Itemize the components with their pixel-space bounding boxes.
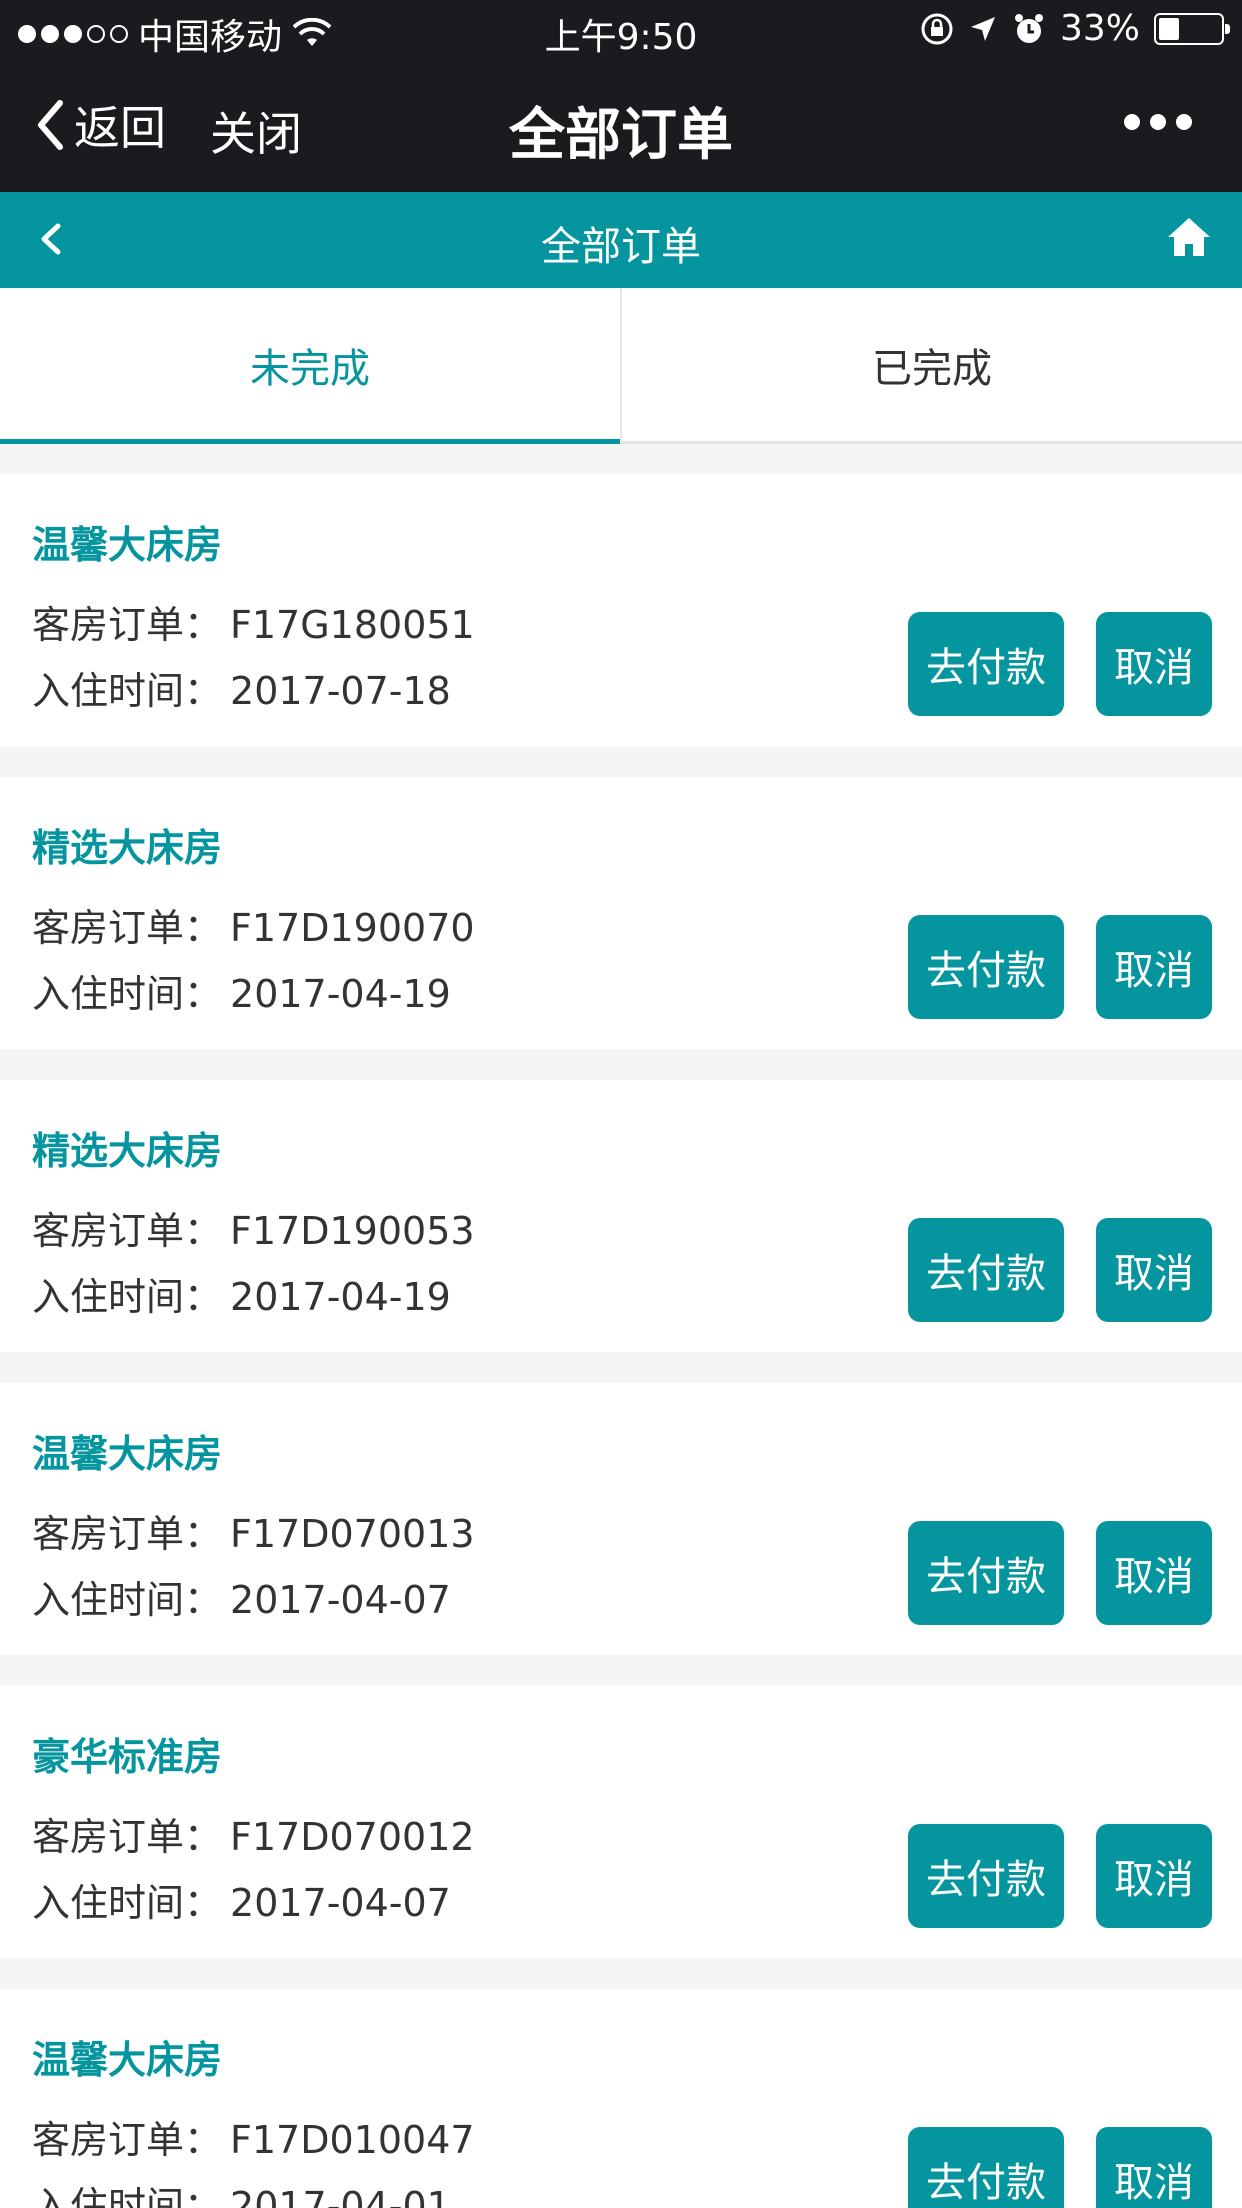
order-number-label: 客房订单： (32, 1815, 223, 1859)
checkin-date: 2017-04-01 (230, 2184, 451, 2208)
room-name: 温馨大床房 (32, 523, 223, 567)
checkin-row: 入住时间： 2017-04-07 (32, 1569, 451, 1624)
checkin-date: 2017-04-07 (230, 1578, 451, 1622)
order-number: F17D190053 (230, 1209, 475, 1253)
room-name: 精选大床房 (32, 1129, 223, 1173)
order-card: 精选大床房 客房订单： F17D190053 入住时间： 2017-04-19 去付… (0, 1080, 1242, 1352)
order-card: 精选大床房 客房订单： F17D190070 入住时间： 2017-04-19 去付… (0, 777, 1242, 1049)
checkin-row: 入住时间： 2017-04-19 (32, 1266, 451, 1321)
room-name: 豪华标准房 (32, 1735, 223, 1779)
checkin-date: 2017-04-19 (230, 1275, 451, 1319)
tab-unfinished[interactable]: 未完成 (0, 288, 620, 444)
order-number-row: 客房订单： F17D010047 (32, 2109, 475, 2164)
order-number: F17D070012 (230, 1815, 475, 1859)
nav-title: 全部订单 (509, 103, 733, 168)
pay-button[interactable]: 去付款 (908, 612, 1064, 716)
order-card: 豪华标准房 客房订单： F17D070012 入住时间： 2017-04-07 去付… (0, 1686, 1242, 1958)
order-number-label: 客房订单： (32, 1209, 223, 1253)
order-card: 温馨大床房 客房订单： F17D010047 入住时间： 2017-04-01 去付… (0, 1989, 1242, 2208)
tab-finished[interactable]: 已完成 (622, 288, 1242, 441)
battery-fill (1159, 17, 1179, 40)
pay-button[interactable]: 去付款 (908, 2127, 1064, 2208)
cancel-button[interactable]: 取消 (1096, 1824, 1212, 1928)
order-number-row: 客房订单： F17D190053 (32, 1200, 475, 1255)
alarm-icon (1014, 13, 1043, 43)
order-card: 温馨大床房 客房订单： F17D070013 入住时间： 2017-04-07 去付… (0, 1383, 1242, 1655)
order-number-row: 客房订单： F17D190070 (32, 897, 475, 952)
app-header: 全部订单 (0, 192, 1242, 288)
order-number-row: 客房订单： F17G180051 (32, 594, 475, 649)
cancel-button[interactable]: 取消 (1096, 2127, 1212, 2208)
room-name: 温馨大床房 (32, 2038, 223, 2082)
order-number-label: 客房订单： (32, 603, 223, 647)
checkin-row: 入住时间： 2017-04-07 (32, 1872, 451, 1927)
location-icon (970, 16, 995, 41)
checkin-date: 2017-07-18 (230, 669, 451, 713)
checkin-label: 入住时间： (32, 2184, 223, 2208)
checkin-label: 入住时间： (32, 1578, 223, 1622)
checkin-date: 2017-04-19 (230, 972, 451, 1016)
tab-bar: 未完成 已完成 (0, 288, 1242, 444)
battery-icon (1154, 12, 1230, 45)
order-card: 温馨大床房 客房订单： F17G180051 入住时间： 2017-07-18 去付… (0, 474, 1242, 746)
home-button[interactable] (1166, 214, 1212, 264)
checkin-date: 2017-04-07 (230, 1881, 451, 1925)
cancel-button[interactable]: 取消 (1096, 612, 1212, 716)
order-list: 温馨大床房 客房订单： F17G180051 入住时间： 2017-07-18 去付… (0, 474, 1242, 2208)
room-name: 精选大床房 (32, 826, 223, 870)
order-number-label: 客房订单： (32, 2118, 223, 2162)
pay-button[interactable]: 去付款 (908, 1218, 1064, 1322)
orientation-lock-icon (921, 13, 953, 44)
order-number: F17D070013 (230, 1512, 475, 1556)
checkin-row: 入住时间： 2017-07-18 (32, 660, 451, 715)
battery-percent: 33% (1059, 8, 1140, 49)
pay-button[interactable]: 去付款 (908, 915, 1064, 1019)
screen: 中国移动 上午9:50 33% 返回 关闭 全部订单 全部订单 未完成 已完成 … (0, 0, 1242, 2208)
checkin-label: 入住时间： (32, 1275, 223, 1319)
cancel-button[interactable]: 取消 (1096, 915, 1212, 1019)
order-number-label: 客房订单： (32, 906, 223, 950)
room-name: 温馨大床房 (32, 1432, 223, 1476)
order-number: F17D010047 (230, 2118, 475, 2162)
status-right: 33% (920, 8, 1230, 49)
checkin-row: 入住时间： 2017-04-01 (32, 2175, 451, 2208)
cancel-button[interactable]: 取消 (1096, 1218, 1212, 1322)
checkin-label: 入住时间： (32, 1881, 223, 1925)
home-icon (1168, 218, 1210, 256)
wechat-nav-bar: 返回 关闭 全部订单 (0, 62, 1242, 192)
order-number-label: 客房订单： (32, 1512, 223, 1556)
pay-button[interactable]: 去付款 (908, 1824, 1064, 1928)
status-bar: 中国移动 上午9:50 33% (0, 0, 1242, 62)
checkin-label: 入住时间： (32, 972, 223, 1016)
order-number: F17G180051 (230, 603, 475, 647)
order-number-row: 客房订单： F17D070012 (32, 1806, 475, 1861)
checkin-row: 入住时间： 2017-04-19 (32, 963, 451, 1018)
more-icon[interactable] (1124, 114, 1192, 130)
order-number-row: 客房订单： F17D070013 (32, 1503, 475, 1558)
cancel-button[interactable]: 取消 (1096, 1521, 1212, 1625)
checkin-label: 入住时间： (32, 669, 223, 713)
app-title: 全部订单 (541, 224, 701, 270)
pay-button[interactable]: 去付款 (908, 1521, 1064, 1625)
order-number: F17D190070 (230, 906, 475, 950)
